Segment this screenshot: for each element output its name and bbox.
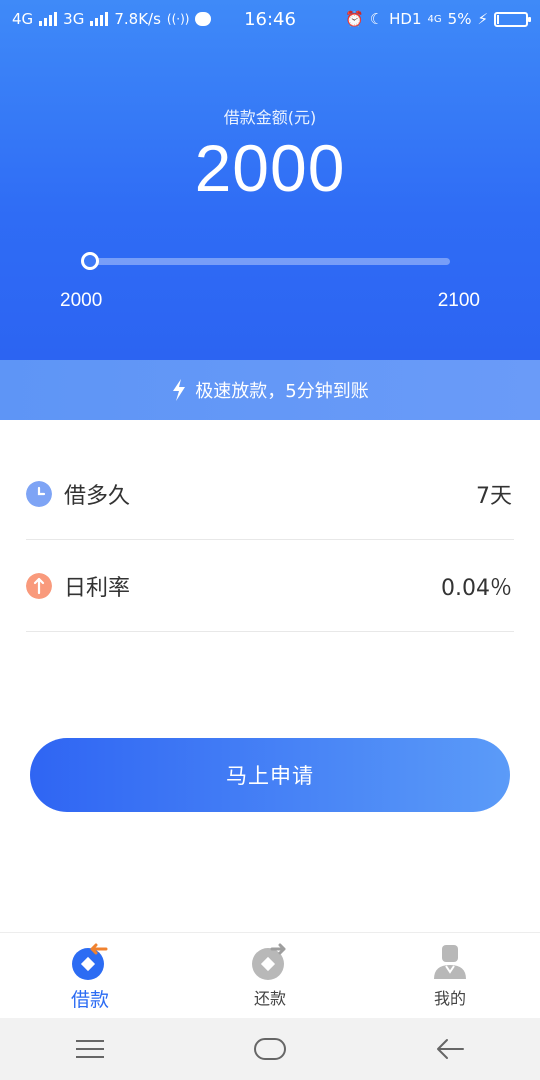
borrow-icon: [72, 943, 108, 980]
alarm-icon: ⏰: [345, 10, 364, 28]
battery-icon: [494, 11, 531, 27]
daily-rate-row: 日利率 0.04％: [26, 540, 514, 632]
tab-repay[interactable]: 还款: [180, 933, 360, 1018]
slider-max-label: 2100: [437, 290, 480, 311]
menu-button[interactable]: [60, 1029, 120, 1069]
daily-rate-label: 日利率: [64, 575, 131, 601]
home-icon: [254, 1038, 286, 1060]
signal-bars-icon: [90, 12, 109, 26]
amount-value: 2000: [194, 131, 346, 205]
amount-label: 借款金额(元): [223, 108, 317, 127]
system-nav-bar: [0, 1018, 540, 1080]
tab-borrow-label: 借款: [70, 989, 109, 1011]
profile-icon: [434, 945, 466, 979]
menu-icon: [76, 1040, 104, 1058]
back-button[interactable]: [420, 1029, 480, 1069]
hotspot-icon: ((·)): [166, 12, 190, 26]
slider-thumb[interactable]: [81, 252, 99, 270]
amount-slider[interactable]: [81, 252, 450, 270]
status-right: ⏰ ☾ HD1 4G 5% ⚡: [345, 10, 531, 28]
clock-icon: [26, 480, 52, 507]
moon-icon: ☾: [369, 10, 384, 28]
network-speed: 7.8K/s: [114, 10, 161, 28]
tab-profile-label: 我的: [433, 989, 466, 1008]
loan-term-label: 借多久: [64, 483, 131, 509]
bottom-tab-bar: 借款 还款 我的: [0, 932, 540, 1018]
apply-now-button[interactable]: 马上申请: [30, 738, 510, 812]
network-3g-label: 3G: [63, 10, 85, 28]
hero-header: 4G 3G 7.8K/s ((·)) 16:46 ⏰ ☾ HD1 4G 5% ⚡…: [0, 0, 540, 360]
fast-loan-banner: 极速放款，5分钟到账: [0, 360, 540, 420]
4g-data-icon: 4G: [427, 13, 442, 25]
signal-bars-icon: [39, 12, 58, 26]
repay-icon: [252, 943, 286, 980]
home-button[interactable]: [240, 1029, 300, 1069]
charging-icon: ⚡: [477, 10, 488, 28]
rate-icon: [26, 572, 52, 599]
slider-min-label: 2000: [60, 290, 103, 311]
back-arrow-icon: [437, 1039, 464, 1059]
loan-term-row[interactable]: 借多久 7天: [26, 448, 514, 540]
tab-borrow[interactable]: 借款: [0, 933, 180, 1018]
network-4g-label: 4G: [12, 10, 34, 28]
banner-text: 极速放款，5分钟到账: [195, 381, 369, 402]
hd-label: HD1: [389, 10, 422, 28]
status-bar: 4G 3G 7.8K/s ((·)) 16:46 ⏰ ☾ HD1 4G 5% ⚡: [0, 0, 540, 38]
daily-rate-value: 0.04％: [441, 575, 512, 601]
lightning-icon: [173, 379, 186, 401]
loan-term-value: 7天: [476, 483, 512, 509]
status-left: 4G 3G 7.8K/s ((·)): [12, 10, 212, 28]
battery-percent: 5%: [447, 10, 472, 28]
message-bubble-icon: [195, 12, 212, 26]
tab-profile[interactable]: 我的: [360, 933, 540, 1018]
tab-repay-label: 还款: [253, 989, 286, 1008]
